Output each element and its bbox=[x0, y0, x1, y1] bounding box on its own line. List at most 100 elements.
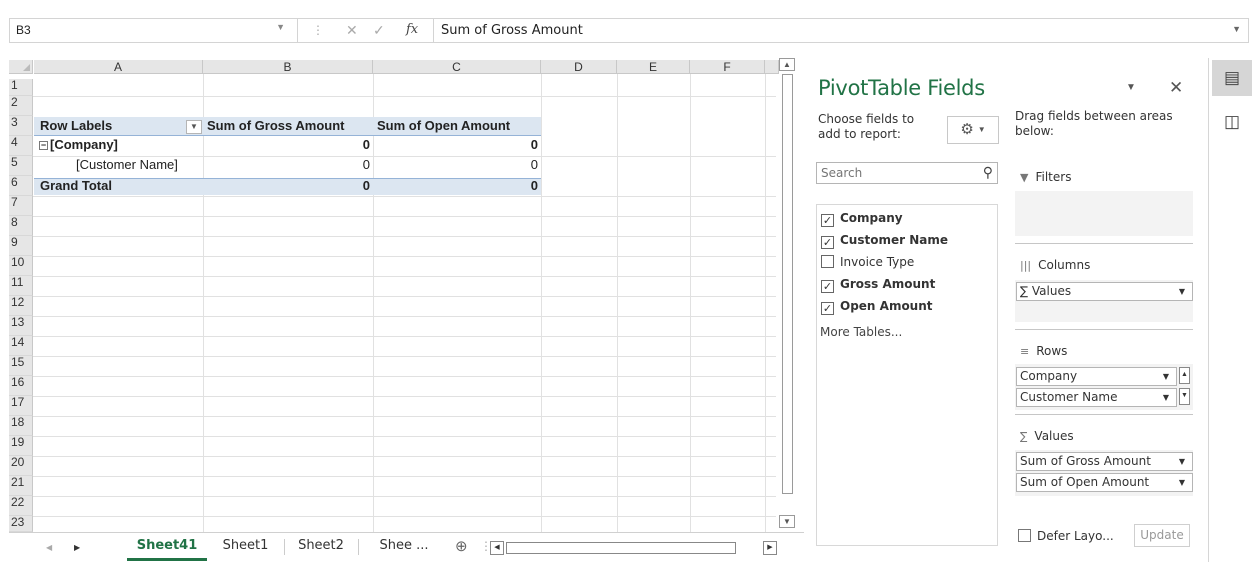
more-tables-link[interactable]: More Tables... bbox=[820, 325, 902, 339]
row-header[interactable]: 7 bbox=[9, 196, 33, 216]
chevron-down-icon[interactable]: ▼ bbox=[1163, 368, 1169, 385]
previous-sheet-icon[interactable]: ◀ bbox=[46, 543, 52, 552]
scroll-right-icon[interactable]: ▶ bbox=[763, 541, 777, 555]
field-settings-button[interactable]: ⚙ ▼ bbox=[947, 116, 999, 144]
column-header-d[interactable]: D bbox=[541, 60, 617, 74]
vertical-scrollbar[interactable]: ▲ ▼ bbox=[779, 58, 796, 528]
row-header[interactable]: 5 bbox=[9, 156, 33, 176]
collapse-icon[interactable]: − bbox=[39, 141, 48, 150]
enter-icon[interactable]: ✓ bbox=[373, 22, 385, 39]
layout-panel-icon[interactable]: ◫ bbox=[1212, 104, 1252, 140]
search-field[interactable]: ⚲ bbox=[816, 162, 998, 184]
checkbox-checked-icon[interactable]: ✓ bbox=[821, 214, 834, 227]
field-item-customer-name[interactable]: ✓ Customer Name bbox=[821, 231, 948, 249]
update-button[interactable]: Update bbox=[1134, 524, 1190, 547]
field-item-company[interactable]: ✓ Company bbox=[821, 209, 903, 227]
pivot-value[interactable]: 0 bbox=[203, 178, 370, 194]
pivot-value[interactable]: 0 bbox=[373, 157, 538, 173]
select-all-corner[interactable] bbox=[9, 60, 33, 74]
sheet-tab-active[interactable]: Sheet41 bbox=[127, 533, 207, 561]
row-header[interactable]: 18 bbox=[9, 416, 33, 436]
pivot-gross-header[interactable]: Sum of Gross Amount bbox=[207, 118, 344, 134]
filters-drop-area[interactable] bbox=[1015, 191, 1193, 236]
field-list-icon[interactable]: ▤ bbox=[1212, 60, 1252, 96]
rows-field-pill[interactable]: Customer Name ▼ bbox=[1016, 388, 1177, 407]
sheet-tab[interactable]: Shee ... bbox=[361, 533, 447, 561]
pivot-value[interactable]: 0 bbox=[373, 178, 538, 194]
values-field-pill[interactable]: Sum of Gross Amount ▼ bbox=[1016, 452, 1193, 471]
chevron-down-icon[interactable]: ▼ bbox=[1179, 283, 1185, 300]
pivot-value[interactable]: 0 bbox=[203, 157, 370, 173]
column-header-f[interactable]: F bbox=[690, 60, 765, 74]
rows-field-pill[interactable]: Company ▼ bbox=[1016, 367, 1177, 386]
column-header-a[interactable]: A bbox=[34, 60, 203, 74]
formula-input[interactable]: Sum of Gross Amount bbox=[433, 19, 1224, 42]
row-header[interactable]: 13 bbox=[9, 316, 33, 336]
column-header-c[interactable]: C bbox=[373, 60, 541, 74]
rows-scroll-up-icon[interactable]: ▲ bbox=[1179, 367, 1190, 384]
scroll-up-icon[interactable]: ▲ bbox=[779, 58, 795, 71]
row-header[interactable]: 11 bbox=[9, 276, 33, 296]
checkbox-checked-icon[interactable]: ✓ bbox=[821, 280, 834, 293]
checkbox-checked-icon[interactable]: ✓ bbox=[821, 236, 834, 249]
column-header-b[interactable]: B bbox=[203, 60, 373, 74]
row-header[interactable]: 3 bbox=[9, 116, 33, 136]
pivot-value[interactable]: 0 bbox=[203, 137, 370, 153]
chevron-down-icon[interactable]: ▼ bbox=[1179, 453, 1185, 470]
expand-formula-bar-icon[interactable]: ▼ bbox=[1232, 24, 1241, 34]
search-input[interactable] bbox=[817, 163, 967, 183]
defer-layout-update[interactable]: Defer Layo... bbox=[1018, 529, 1114, 543]
new-sheet-icon[interactable]: ⊕ bbox=[455, 537, 468, 555]
checkbox-unchecked-icon[interactable] bbox=[1018, 529, 1031, 542]
row-header[interactable]: 21 bbox=[9, 476, 33, 496]
scroll-left-icon[interactable]: ◀ bbox=[490, 541, 504, 555]
row-header[interactable]: 20 bbox=[9, 456, 33, 476]
row-header[interactable]: 8 bbox=[9, 216, 33, 236]
checkbox-unchecked-icon[interactable] bbox=[821, 255, 834, 268]
insert-function-icon[interactable]: fx bbox=[406, 22, 418, 37]
scroll-down-icon[interactable]: ▼ bbox=[779, 515, 795, 528]
name-box[interactable]: B3 ▼ bbox=[10, 19, 298, 42]
sheet-tab[interactable]: Sheet1 bbox=[209, 533, 282, 561]
rows-scroll-down-icon[interactable]: ▼ bbox=[1179, 388, 1190, 405]
row-header[interactable]: 9 bbox=[9, 236, 33, 256]
row-labels-filter-button[interactable]: ▼ bbox=[186, 120, 202, 134]
row-header[interactable]: 6 bbox=[9, 176, 33, 196]
row-header[interactable]: 23 bbox=[9, 516, 33, 532]
scroll-thumb[interactable] bbox=[782, 74, 793, 494]
name-box-dropdown-icon[interactable]: ▼ bbox=[276, 22, 285, 32]
pane-options-icon[interactable]: ▼ bbox=[1126, 82, 1136, 93]
sheet-tab[interactable]: Sheet2 bbox=[286, 533, 356, 561]
close-icon[interactable]: ✕ bbox=[1169, 78, 1183, 98]
field-item-invoice-type[interactable]: Invoice Type bbox=[821, 253, 914, 271]
values-field-pill[interactable]: Sum of Open Amount ▼ bbox=[1016, 473, 1193, 492]
pivot-grand-total-label[interactable]: Grand Total bbox=[40, 178, 112, 194]
row-header[interactable]: 4 bbox=[9, 136, 33, 156]
chevron-down-icon[interactable]: ▼ bbox=[1179, 474, 1185, 491]
pivot-open-header[interactable]: Sum of Open Amount bbox=[377, 118, 510, 134]
horizontal-scroll-thumb[interactable] bbox=[506, 542, 736, 554]
row-header[interactable]: 16 bbox=[9, 376, 33, 396]
row-header[interactable]: 22 bbox=[9, 496, 33, 516]
pivot-value[interactable]: 0 bbox=[373, 137, 538, 153]
field-item-gross-amount[interactable]: ✓ Gross Amount bbox=[821, 275, 935, 293]
pivot-row-labels-header[interactable]: Row Labels bbox=[40, 118, 112, 134]
pivot-row-label[interactable]: [Customer Name] bbox=[76, 157, 178, 173]
column-header-g[interactable] bbox=[765, 60, 779, 74]
column-header-e[interactable]: E bbox=[617, 60, 690, 74]
cancel-icon[interactable]: ✕ bbox=[346, 22, 358, 39]
row-header[interactable]: 2 bbox=[9, 96, 33, 116]
row-header[interactable]: 12 bbox=[9, 296, 33, 316]
search-icon[interactable]: ⚲ bbox=[983, 164, 993, 181]
row-header[interactable]: 10 bbox=[9, 256, 33, 276]
row-header[interactable]: 14 bbox=[9, 336, 33, 356]
row-header[interactable]: 17 bbox=[9, 396, 33, 416]
horizontal-scrollbar[interactable]: ◀ ▶ bbox=[490, 541, 777, 555]
row-header[interactable]: 1 bbox=[9, 79, 33, 96]
row-header[interactable]: 15 bbox=[9, 356, 33, 376]
chevron-down-icon[interactable]: ▼ bbox=[1163, 389, 1169, 406]
next-sheet-icon[interactable]: ▶ bbox=[74, 543, 80, 552]
row-header[interactable]: 19 bbox=[9, 436, 33, 456]
columns-field-pill[interactable]: ∑ Values ▼ bbox=[1016, 282, 1193, 301]
field-item-open-amount[interactable]: ✓ Open Amount bbox=[821, 297, 933, 315]
